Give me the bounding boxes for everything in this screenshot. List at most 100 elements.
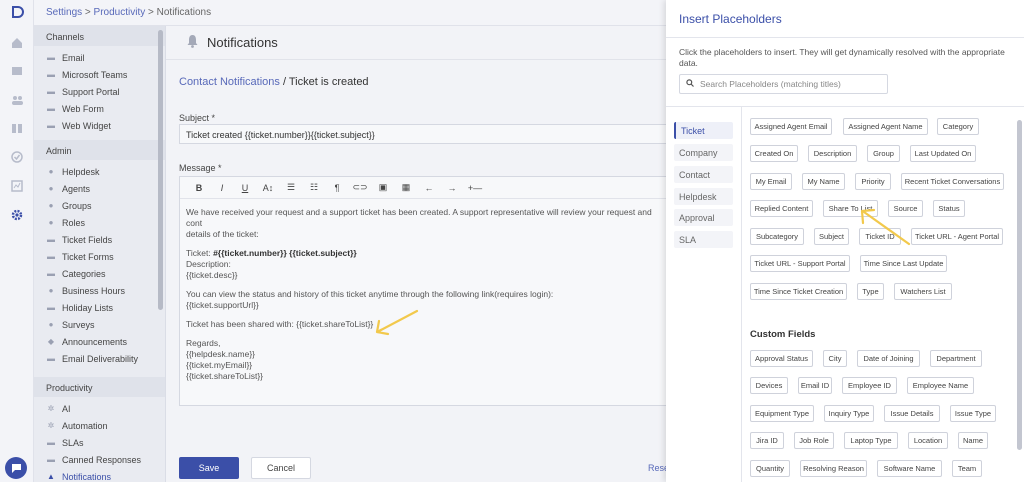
sidebar-item-ai[interactable]: ✲ AI xyxy=(34,400,165,417)
chat-icon[interactable] xyxy=(5,457,27,479)
placeholder-chip[interactable]: Assigned Agent Name xyxy=(843,118,928,135)
placeholder-chip[interactable]: Assigned Agent Email xyxy=(750,118,832,135)
custom-field-chip[interactable]: Laptop Type xyxy=(844,432,898,449)
paragraph-icon[interactable]: ¶ xyxy=(328,181,346,195)
sidebar-item-slas[interactable]: ▬ SLAs xyxy=(34,434,165,451)
placeholder-chip[interactable]: My Name xyxy=(802,173,845,190)
sidebar-item-roles[interactable]: ● Roles xyxy=(34,214,165,231)
undo-icon[interactable]: ← xyxy=(420,181,438,195)
sidebar-item-notifications[interactable]: ▲ Notifications xyxy=(34,468,165,482)
inbox-icon[interactable] xyxy=(9,63,25,79)
message-editor[interactable]: B I U A↕ ☰ ☷ ¶ ⊂⊃ ▣ ▦ ← → +— We have rec… xyxy=(179,176,669,406)
placeholder-chip[interactable]: Watchers List xyxy=(894,283,952,300)
placeholder-chip[interactable]: My Email xyxy=(750,173,792,190)
sidebar-item-email-deliverability[interactable]: ▬ Email Deliverability xyxy=(34,350,165,367)
custom-field-chip[interactable]: Software Name xyxy=(877,460,942,477)
custom-field-chip[interactable]: Inquiry Type xyxy=(824,405,874,422)
bold-icon[interactable]: B xyxy=(190,181,208,195)
placeholder-chip[interactable]: Category xyxy=(937,118,979,135)
book-icon[interactable] xyxy=(9,120,25,136)
placeholder-chip[interactable]: Last Updated On xyxy=(910,145,976,162)
placeholder-chip[interactable]: Description xyxy=(808,145,857,162)
category-tab-contact[interactable]: Contact xyxy=(674,166,733,183)
save-button[interactable]: Save xyxy=(179,457,239,479)
breadcrumb-settings[interactable]: Settings xyxy=(46,7,82,18)
sidebar-item-ticket-fields[interactable]: ▬ Ticket Fields xyxy=(34,231,165,248)
placeholder-chip[interactable]: Ticket URL - Agent Portal xyxy=(911,228,1003,245)
numbered-list-icon[interactable]: ☷ xyxy=(305,181,323,195)
placeholder-chip[interactable]: Created On xyxy=(750,145,798,162)
custom-field-chip[interactable]: Issue Type xyxy=(950,405,996,422)
placeholder-chip[interactable]: Time Since Ticket Creation xyxy=(750,283,847,300)
panel-scrollbar[interactable] xyxy=(1017,120,1022,450)
custom-field-chip[interactable]: Approval Status xyxy=(750,350,813,367)
sidebar-item-microsoft-teams[interactable]: ▬ Microsoft Teams xyxy=(34,66,165,83)
custom-field-chip[interactable]: Devices xyxy=(750,377,788,394)
placeholder-search[interactable] xyxy=(679,74,888,94)
placeholder-chip[interactable]: Recent Ticket Conversations xyxy=(901,173,1004,190)
sidebar-item-automation[interactable]: ✲ Automation xyxy=(34,417,165,434)
placeholder-chip[interactable]: Group xyxy=(867,145,900,162)
custom-field-chip[interactable]: Team xyxy=(952,460,982,477)
link-icon[interactable]: ⊂⊃ xyxy=(351,181,369,195)
sidebar-item-business-hours[interactable]: ● Business Hours xyxy=(34,282,165,299)
breadcrumb-productivity[interactable]: Productivity xyxy=(94,7,146,18)
category-tab-sla[interactable]: SLA xyxy=(674,231,733,248)
sidebar-item-canned-responses[interactable]: ▬ Canned Responses xyxy=(34,451,165,468)
gear-icon[interactable] xyxy=(9,207,25,223)
contacts-icon[interactable] xyxy=(9,92,25,108)
sidebar-item-agents[interactable]: ● Agents xyxy=(34,180,165,197)
custom-field-chip[interactable]: Name xyxy=(958,432,988,449)
category-tab-ticket[interactable]: Ticket xyxy=(674,122,733,139)
editor-body[interactable]: We have received your request and a supp… xyxy=(180,199,668,390)
logo-icon[interactable] xyxy=(9,4,25,20)
category-tab-company[interactable]: Company xyxy=(674,144,733,161)
placeholder-chip[interactable]: Ticket URL - Support Portal xyxy=(750,255,850,272)
sidebar-item-announcements[interactable]: ◆ Announcements xyxy=(34,333,165,350)
cancel-button[interactable]: Cancel xyxy=(251,457,311,479)
sidebar-scrollbar[interactable] xyxy=(158,30,163,310)
placeholder-chip[interactable]: Priority xyxy=(855,173,891,190)
image-icon[interactable]: ▣ xyxy=(374,181,392,195)
font-size-icon[interactable]: A↕ xyxy=(259,181,277,195)
sidebar-item-web-form[interactable]: ▬ Web Form xyxy=(34,100,165,117)
sidebar-item-ticket-forms[interactable]: ▬ Ticket Forms xyxy=(34,248,165,265)
italic-icon[interactable]: I xyxy=(213,181,231,195)
sidebar-item-helpdesk[interactable]: ● Helpdesk xyxy=(34,163,165,180)
report-icon[interactable] xyxy=(9,178,25,194)
custom-field-chip[interactable]: Employee ID xyxy=(842,377,897,394)
horizontal-rule-icon[interactable]: +— xyxy=(466,181,484,195)
custom-field-chip[interactable]: Quantity xyxy=(750,460,790,477)
table-icon[interactable]: ▦ xyxy=(397,181,415,195)
placeholder-chip[interactable]: Replied Content xyxy=(750,200,813,217)
sidebar-item-groups[interactable]: ● Groups xyxy=(34,197,165,214)
search-input[interactable] xyxy=(700,79,880,89)
custom-field-chip[interactable]: Date of Joining xyxy=(857,350,920,367)
custom-field-chip[interactable]: Job Role xyxy=(794,432,834,449)
custom-field-chip[interactable]: Location xyxy=(908,432,948,449)
placeholder-chip[interactable]: Subject xyxy=(814,228,849,245)
category-tab-helpdesk[interactable]: Helpdesk xyxy=(674,188,733,205)
check-icon[interactable] xyxy=(9,149,25,165)
custom-field-chip[interactable]: Issue Details xyxy=(884,405,940,422)
sidebar-item-holiday-lists[interactable]: ▬ Holiday Lists xyxy=(34,299,165,316)
subject-input[interactable]: Ticket created {{ticket.number}}{{ticket… xyxy=(179,124,669,144)
placeholder-chip[interactable]: Subcategory xyxy=(750,228,804,245)
sidebar-item-web-widget[interactable]: ▬ Web Widget xyxy=(34,117,165,134)
custom-field-chip[interactable]: Email ID xyxy=(798,377,832,394)
custom-field-chip[interactable]: Resolving Reason xyxy=(800,460,867,477)
home-icon[interactable] xyxy=(9,35,25,51)
placeholder-chip[interactable]: Status xyxy=(933,200,965,217)
custom-field-chip[interactable]: City xyxy=(823,350,847,367)
sidebar-item-surveys[interactable]: ● Surveys xyxy=(34,316,165,333)
underline-icon[interactable]: U xyxy=(236,181,254,195)
contact-notifications-link[interactable]: Contact Notifications xyxy=(179,76,280,88)
custom-field-chip[interactable]: Employee Name xyxy=(907,377,974,394)
custom-field-chip[interactable]: Department xyxy=(930,350,982,367)
sidebar-item-email[interactable]: ▬ Email xyxy=(34,49,165,66)
sidebar-item-support-portal[interactable]: ▬ Support Portal xyxy=(34,83,165,100)
custom-field-chip[interactable]: Jira ID xyxy=(750,432,784,449)
placeholder-chip[interactable]: Type xyxy=(857,283,884,300)
category-tab-approval[interactable]: Approval xyxy=(674,209,733,226)
custom-field-chip[interactable]: Equipment Type xyxy=(750,405,814,422)
